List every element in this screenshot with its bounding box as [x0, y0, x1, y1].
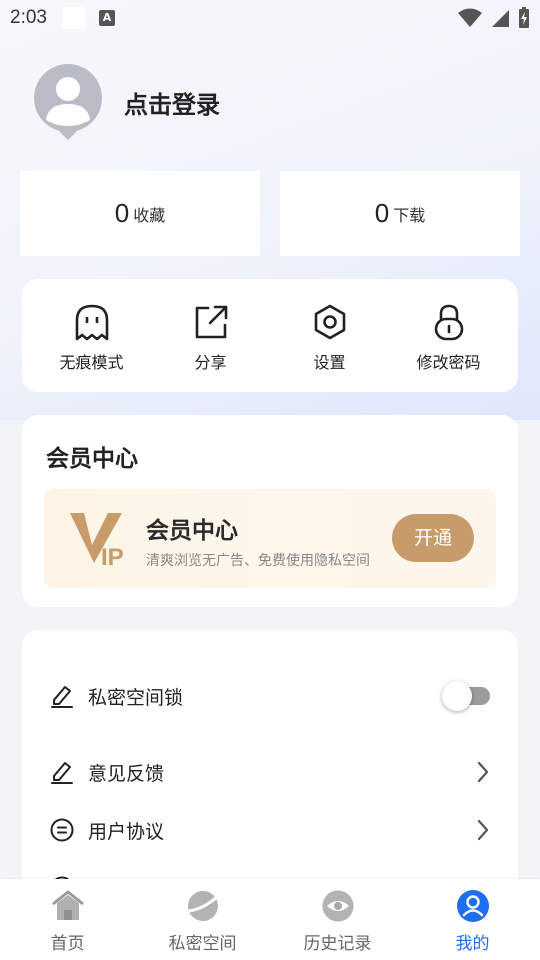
svg-text:IP: IP: [101, 544, 124, 567]
favorites-count: 0: [114, 198, 130, 228]
ghost-icon: [75, 304, 108, 340]
eye-icon: [322, 890, 353, 922]
feedback-label: 意见反馈: [88, 762, 165, 785]
downloads-label: 下载: [393, 205, 426, 225]
nav-home-label: 首页: [50, 934, 85, 954]
change-password-button[interactable]: 修改密码: [394, 279, 504, 392]
vip-logo-icon: IP: [70, 513, 124, 567]
incognito-mode-button[interactable]: 无痕模式: [37, 279, 147, 392]
private-space-lock-row[interactable]: 私密空间锁: [50, 676, 490, 716]
downloads-stat[interactable]: 0 下载: [280, 171, 520, 256]
pen-icon: [51, 762, 73, 784]
private-space-lock-label: 私密空间锁: [88, 686, 184, 709]
vip-banner-title: 会员中心: [146, 518, 238, 544]
chevron-right-icon: [477, 819, 489, 841]
quick-actions-card: 无痕模式 分享 设置 修改密码: [22, 279, 518, 392]
share-label: 分享: [194, 352, 227, 372]
change-password-label: 修改密码: [416, 352, 481, 372]
notification-icon: [62, 7, 85, 29]
vip-open-button[interactable]: 开通: [392, 514, 474, 562]
private-space-lock-toggle[interactable]: [442, 680, 490, 712]
bottom-navigation: 首页 私密空间 历史记录 我的: [0, 879, 540, 960]
wifi-icon: [458, 8, 482, 27]
favorites-label: 收藏: [133, 205, 166, 225]
user-agreement-row[interactable]: 用户协议: [50, 810, 490, 850]
nav-mine[interactable]: 我的: [405, 879, 540, 960]
keyboard-a-icon: A: [98, 10, 115, 26]
avatar-icon[interactable]: [34, 64, 102, 140]
settings-list-card: 私密空间锁 意见反馈 用户协议: [22, 630, 518, 920]
nav-mine-label: 我的: [455, 934, 490, 954]
chevron-right-icon: [477, 761, 489, 783]
vip-banner[interactable]: IP 会员中心 清爽浏览无广告、免费使用隐私空间 开通: [44, 489, 496, 588]
vip-center-card: 会员中心 IP 会员中心 清爽浏览无广告、免费使用隐私空间 开通: [22, 415, 518, 607]
user-icon: [456, 890, 489, 922]
settings-button[interactable]: 设置: [275, 279, 385, 392]
status-bar: 2:03 A: [0, 0, 540, 36]
toggle-knob: [442, 681, 472, 711]
settings-label: 设置: [313, 352, 346, 372]
nav-private-space-label: 私密空间: [168, 934, 237, 954]
lock-icon: [434, 304, 463, 340]
nav-history-label: 历史记录: [303, 934, 372, 954]
incognito-mode-label: 无痕模式: [59, 352, 124, 372]
feedback-row[interactable]: 意见反馈: [50, 752, 490, 792]
user-agreement-label: 用户协议: [88, 820, 165, 843]
document-circle-icon: [50, 818, 74, 842]
status-time: 2:03: [10, 7, 47, 28]
nav-private-space[interactable]: 私密空间: [135, 879, 270, 960]
nav-home[interactable]: 首页: [0, 879, 135, 960]
share-button[interactable]: 分享: [156, 279, 266, 392]
pen-icon: [51, 686, 73, 708]
login-prompt[interactable]: 点击登录: [124, 85, 220, 120]
planet-icon: [187, 891, 218, 921]
profile-header[interactable]: 点击登录: [34, 64, 220, 140]
downloads-count: 0: [374, 198, 390, 228]
battery-icon: [519, 7, 529, 28]
vip-banner-subtitle: 清爽浏览无广告、免费使用隐私空间: [146, 553, 370, 569]
nav-history[interactable]: 历史记录: [270, 879, 405, 960]
home-icon: [51, 890, 84, 920]
favorites-stat[interactable]: 0 收藏: [20, 171, 260, 256]
vip-section-title: 会员中心: [46, 446, 138, 472]
share-icon: [195, 305, 227, 338]
signal-icon: [492, 10, 509, 27]
settings-icon: [314, 304, 345, 339]
